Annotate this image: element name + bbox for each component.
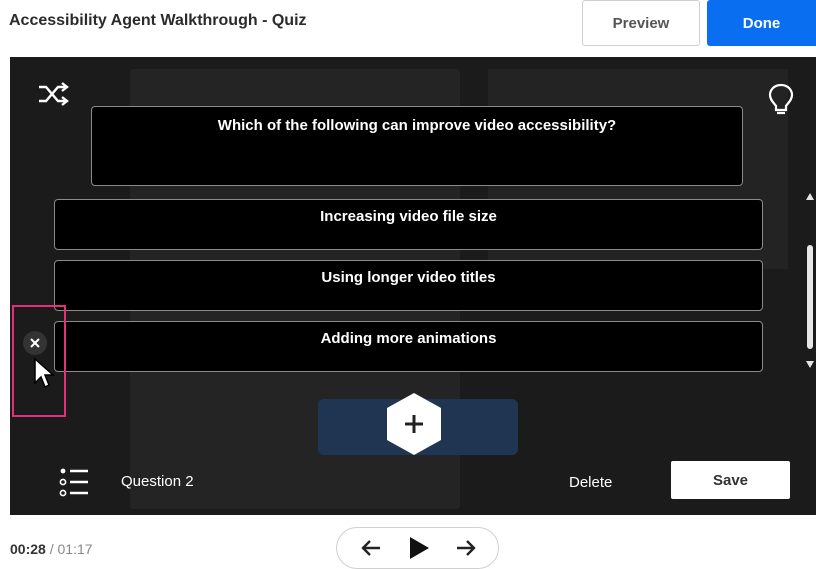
list-icon[interactable] [58,465,90,499]
duration: 01:17 [57,541,93,557]
shuffle-icon[interactable] [36,81,70,107]
time-separator: / [49,541,54,557]
current-time: 00:28 [10,541,46,557]
add-question-button[interactable] [383,391,445,457]
question-number-label: Question 2 [121,473,194,490]
video-stage: Which of the following can improve video… [10,57,816,515]
arrow-right-icon[interactable] [455,536,477,560]
play-icon[interactable] [407,536,431,560]
close-icon [30,338,40,348]
answer-option-1[interactable]: Increasing video file size [54,199,763,250]
preview-button[interactable]: Preview [582,0,700,46]
question-box[interactable]: Which of the following can improve video… [91,106,743,186]
answer-option-2[interactable]: Using longer video titles [54,260,763,311]
remove-answer-button[interactable] [23,331,47,355]
save-question-button[interactable]: Save [671,461,790,499]
page-title: Accessibility Agent Walkthrough - Quiz [9,12,307,29]
scroll-down-arrow[interactable] [806,361,814,368]
scroll-up-arrow[interactable] [806,193,814,200]
scrollbar-thumb[interactable] [807,245,813,349]
answer-option-3[interactable]: Adding more animations [54,321,763,372]
arrow-left-icon[interactable] [360,536,382,560]
playback-time: 00:28 / 01:17 [10,541,93,557]
cursor-icon [34,357,55,389]
delete-question-button[interactable]: Delete [569,474,612,491]
lightbulb-icon[interactable] [766,83,796,117]
done-button[interactable]: Done [707,0,816,46]
playback-controls [336,527,499,569]
